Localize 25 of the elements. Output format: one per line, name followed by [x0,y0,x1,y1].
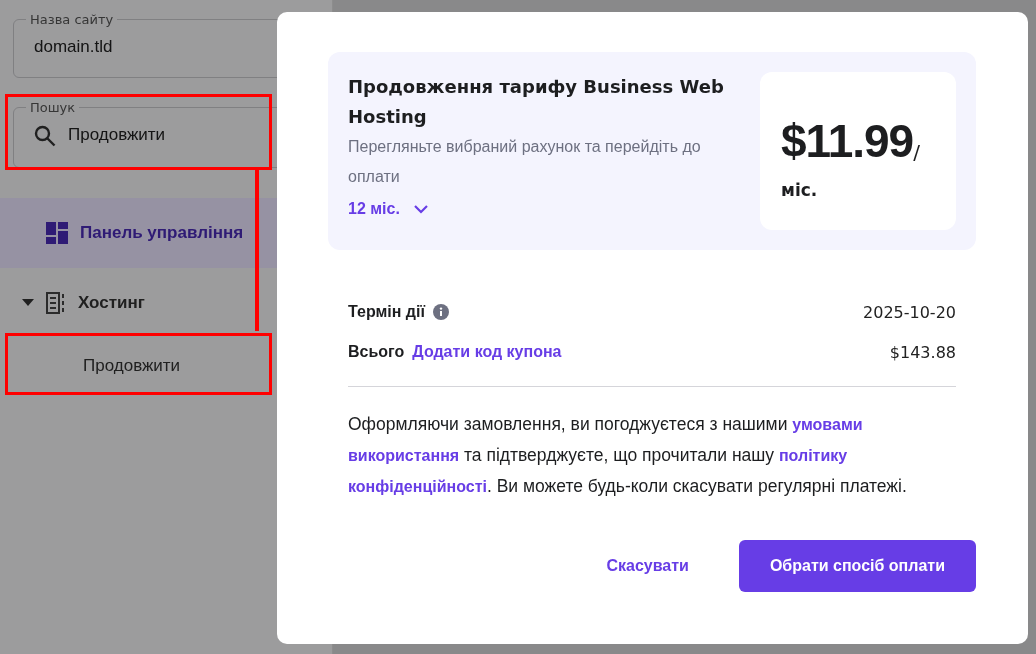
price-slash: / [913,140,920,164]
plan-title: Продовження тарифу Business Web Hosting [348,75,725,129]
info-icon[interactable] [432,304,449,320]
detail-label: Всього [348,343,405,361]
period-dropdown[interactable]: 12 міс. [348,200,428,218]
server-icon [46,292,66,314]
choose-payment-button[interactable]: Обрати спосіб оплати [738,540,976,592]
chevron-down-icon [413,204,428,214]
caret-icon[interactable] [22,299,34,307]
terms-link[interactable]: конфіденційності [348,478,487,495]
terms-text: Оформляючи замовлення, ви погоджуєтеся з нашими умовами використання та підтверджуєте, що прочитали нашу політику конфіденційності. Ви можете будь-коли скасувати регулярні платежі. [348,413,908,498]
detail-value: $143.88 [889,342,956,362]
price-unit: міс. [781,180,819,200]
search-icon [34,125,56,147]
plan-subtitle: Перегляньте вибраний рахунок та перейдіть до оплати [348,137,702,187]
terms-link[interactable]: використання [348,447,460,464]
detail-label: Термін дії [348,303,425,321]
price: $11.99 [781,118,914,164]
detail-value: 2025-10-20 [863,302,956,322]
terms-link[interactable]: політику [778,447,848,464]
nav-item[interactable]: Хостинг [0,268,332,338]
terms-link[interactable]: умовами [792,416,863,433]
coupon-link[interactable]: Додати код купона [412,343,562,361]
cancel-button[interactable]: Скасувати [606,540,689,592]
dashboard-icon [46,222,68,244]
